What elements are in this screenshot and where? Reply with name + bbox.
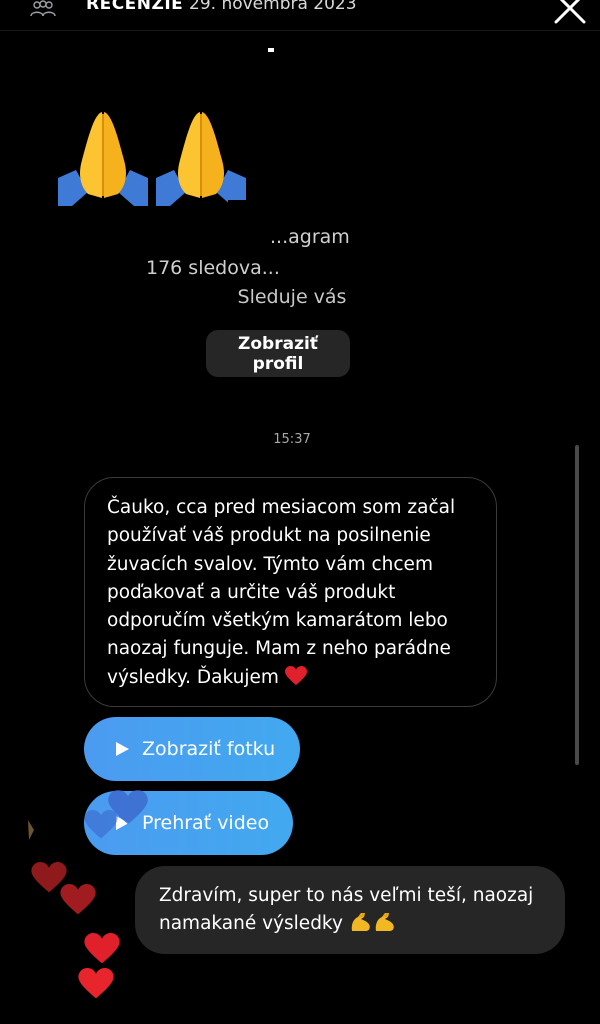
- redaction-mask: [228, 200, 368, 224]
- redaction-mark: [268, 48, 274, 52]
- profile-followers: 176 sledova...: [146, 257, 280, 279]
- profile-avatar: [58, 108, 246, 206]
- muscle-emoji: [351, 913, 370, 931]
- group-icon: [30, 0, 56, 17]
- pray-emoji: [58, 112, 148, 206]
- incoming-message-text: Čauko, cca pred mesiacom som začal použí…: [107, 497, 456, 688]
- view-photo-button[interactable]: Zobraziť fotku: [84, 717, 300, 781]
- floating-heart: [60, 884, 96, 915]
- outgoing-message-bubble[interactable]: Zdravím, super to nás veľmi teší, naozaj…: [135, 866, 565, 954]
- message-timestamp: 15:37: [273, 432, 311, 447]
- floating-heart: [84, 810, 118, 839]
- close-icon[interactable]: [550, 0, 590, 28]
- play-video-label: Prehrať video: [142, 812, 270, 834]
- view-photo-label: Zobraziť fotku: [142, 738, 276, 760]
- play-icon: [116, 742, 129, 756]
- header-date: 29. novembra 2023: [189, 0, 357, 14]
- scrollbar[interactable]: [575, 445, 579, 765]
- floating-heart: [84, 933, 120, 964]
- floating-heart: [78, 968, 114, 999]
- header-divider: [0, 30, 600, 31]
- heart-emoji: [284, 665, 307, 685]
- follow-status: Sleduje vás: [237, 286, 347, 308]
- muscle-emoji: [375, 913, 394, 931]
- top-bar: RECENZIE 29. novembra 2023: [0, 0, 600, 26]
- outgoing-message-text: Zdravím, super to nás veľmi teší, naozaj…: [159, 885, 534, 934]
- view-profile-button[interactable]: Zobraziť profil: [206, 330, 350, 377]
- pray-emoji: [156, 112, 246, 206]
- profile-subtitle: ...agram: [270, 226, 350, 248]
- incoming-message-bubble[interactable]: Čauko, cca pred mesiacom som začal použí…: [84, 477, 497, 707]
- floating-sticker: [28, 820, 34, 840]
- page-title: RECENZIE: [86, 0, 184, 14]
